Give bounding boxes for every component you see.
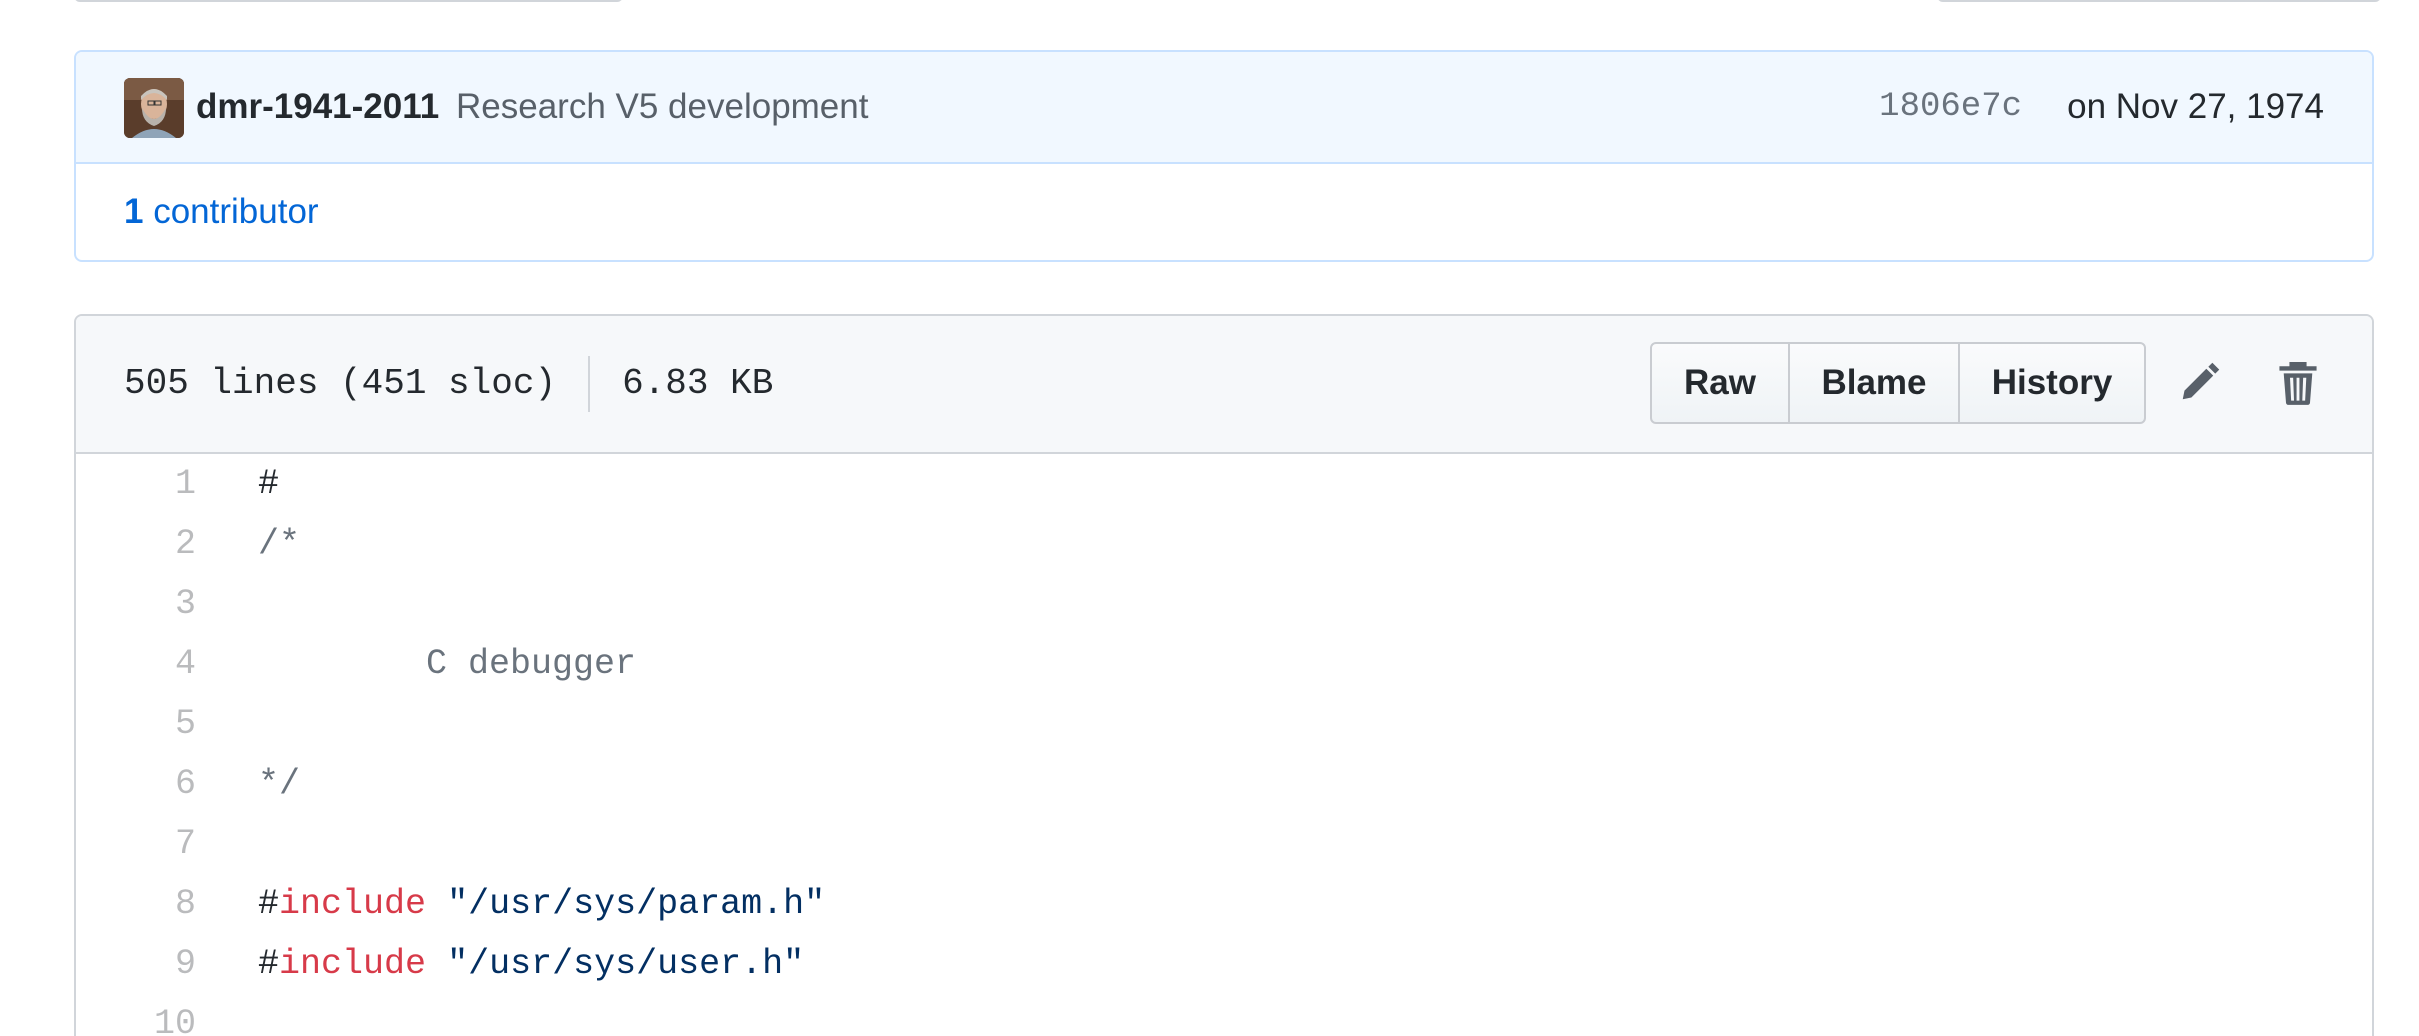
contributors-link[interactable]: 1 contributor (124, 162, 319, 260)
line-number[interactable]: 9 (76, 934, 196, 994)
line-content: #include "/usr/sys/user.h" (258, 934, 804, 994)
file-actions-button-group: Raw Blame History (1650, 342, 2146, 424)
preprocessor-hash: # (258, 884, 280, 924)
line-content: /* (258, 524, 301, 564)
line-number[interactable]: 5 (76, 694, 196, 754)
code-line: 8 #include "/usr/sys/param.h" (76, 874, 2372, 934)
code-line: 2 /* (76, 514, 2372, 574)
commit-header: dmr-1941-2011 Research V5 development 18… (76, 52, 2372, 164)
previous-box-edge-right (1937, 0, 2381, 2)
keyword-include: include (279, 944, 427, 984)
file-size: 6.83 KB (622, 363, 774, 404)
line-content: #include "/usr/sys/param.h" (258, 874, 825, 934)
trash-icon[interactable] (2270, 354, 2326, 410)
code-line: 1 # (76, 454, 2372, 514)
code-line: 5 (76, 694, 2372, 754)
code-line: 3 (76, 574, 2372, 634)
line-number[interactable]: 4 (76, 634, 196, 694)
line-number[interactable]: 2 (76, 514, 196, 574)
include-path-string: "/usr/sys/param.h" (447, 884, 826, 924)
history-button[interactable]: History (1960, 344, 2144, 422)
file-info-divider (588, 356, 591, 412)
preprocessor-hash: # (258, 944, 280, 984)
include-path-string: "/usr/sys/user.h" (447, 944, 805, 984)
line-number[interactable]: 6 (76, 754, 196, 814)
raw-button[interactable]: Raw (1652, 344, 1790, 422)
line-content: C debugger (258, 644, 637, 684)
file-line-count: 505 lines (451 sloc) (124, 363, 557, 404)
commit-message-link[interactable]: Research V5 development (456, 52, 868, 162)
code-line: 4 C debugger (76, 634, 2372, 694)
file-header: 505 lines (451 sloc) 6.83 KB Raw Blame H… (76, 316, 2372, 454)
code-line: 9 #include "/usr/sys/user.h" (76, 934, 2372, 994)
previous-box-edge-left (74, 0, 623, 2)
contributors-count: 1 (124, 192, 144, 231)
code-line: 6 */ (76, 754, 2372, 814)
commit-sha-link[interactable]: 1806e7c (1879, 52, 2022, 162)
author-avatar[interactable] (124, 78, 184, 138)
line-number[interactable]: 10 (76, 994, 196, 1036)
code-line: 10 (76, 994, 2372, 1036)
contributors-label: contributor (153, 192, 319, 231)
line-number[interactable]: 8 (76, 874, 196, 934)
commit-author-link[interactable]: dmr-1941-2011 (196, 52, 439, 162)
code-view: 1 # 2 /* 3 4 C debugger 5 6 */ 7 8 #incl… (76, 454, 2372, 1036)
file-view-box: 505 lines (451 sloc) 6.83 KB Raw Blame H… (74, 314, 2374, 1036)
pencil-icon[interactable] (2172, 354, 2228, 410)
line-content: # (258, 464, 280, 504)
commit-date: on Nov 27, 1974 (2067, 87, 2324, 126)
line-number[interactable]: 7 (76, 814, 196, 874)
latest-commit-box: dmr-1941-2011 Research V5 development 18… (74, 50, 2374, 262)
line-number[interactable]: 1 (76, 454, 196, 514)
line-content: */ (258, 764, 301, 804)
keyword-include: include (279, 884, 427, 924)
code-line: 7 (76, 814, 2372, 874)
blame-button[interactable]: Blame (1790, 344, 1960, 422)
line-number[interactable]: 3 (76, 574, 196, 634)
file-info: 505 lines (451 sloc) 6.83 KB (124, 316, 773, 452)
